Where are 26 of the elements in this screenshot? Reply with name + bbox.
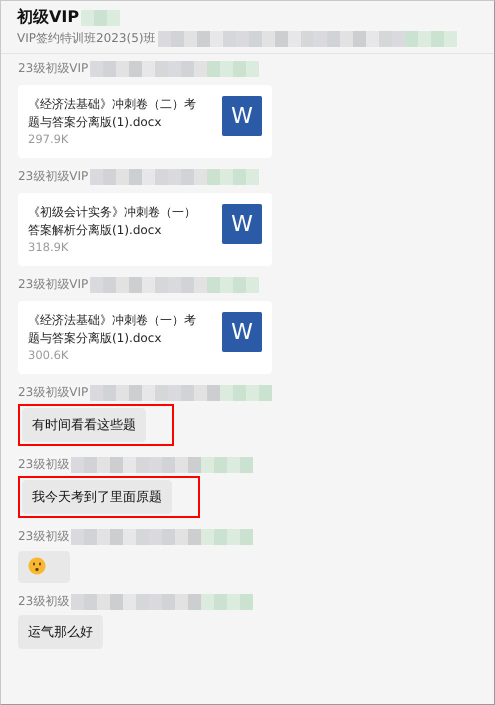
message-bubble: 运气那么好 [18,615,103,649]
file-card[interactable]: 《经济法基础》冲刺卷（二）考题与答案分离版(1).docx 297.9K W [18,85,272,158]
sender-name: 23级初级VIP [18,276,88,293]
sender-name: 23级初级 [18,528,70,545]
file-size: 297.9K [28,132,70,146]
file-card[interactable]: 《初级会计实务》冲刺卷（一）答案解析分离版(1).docx 318.9K W [18,193,272,266]
sender-name: 23级初级 [18,456,70,473]
file-name: 《初级会计实务》冲刺卷（一）答案解析分离版(1).docx [28,204,197,239]
message-bubble: 我今天考到了里面原题 [22,480,172,514]
sender-name: 23级初级 [18,593,70,610]
group-subtitle: VIP签约特训班2023(5)班 [17,30,156,47]
sender-name: 23级初级VIP [18,60,88,77]
word-document-icon: W [222,312,262,352]
hushed-face-emoji-icon [28,557,46,575]
file-size: 318.9K [28,240,70,254]
file-size: 300.6K [28,348,70,362]
message-bubble: 有时间看看这些题 [22,408,146,442]
blurred-name-drawing [81,10,120,26]
sender-name: 23级初级VIP [18,168,88,185]
file-card[interactable]: 《经济法基础》冲刺卷（一）考题与答案分离版(1).docx 300.6K W [18,301,272,374]
sender-name: 23级初级VIP [18,384,88,401]
word-document-icon: W [222,204,262,244]
word-document-icon: W [222,96,262,136]
chat-title: 初级VIP [17,7,80,28]
file-name: 《经济法基础》冲刺卷（一）考题与答案分离版(1).docx [28,312,197,347]
file-name: 《经济法基础》冲刺卷（二）考题与答案分离版(1).docx [28,96,197,131]
